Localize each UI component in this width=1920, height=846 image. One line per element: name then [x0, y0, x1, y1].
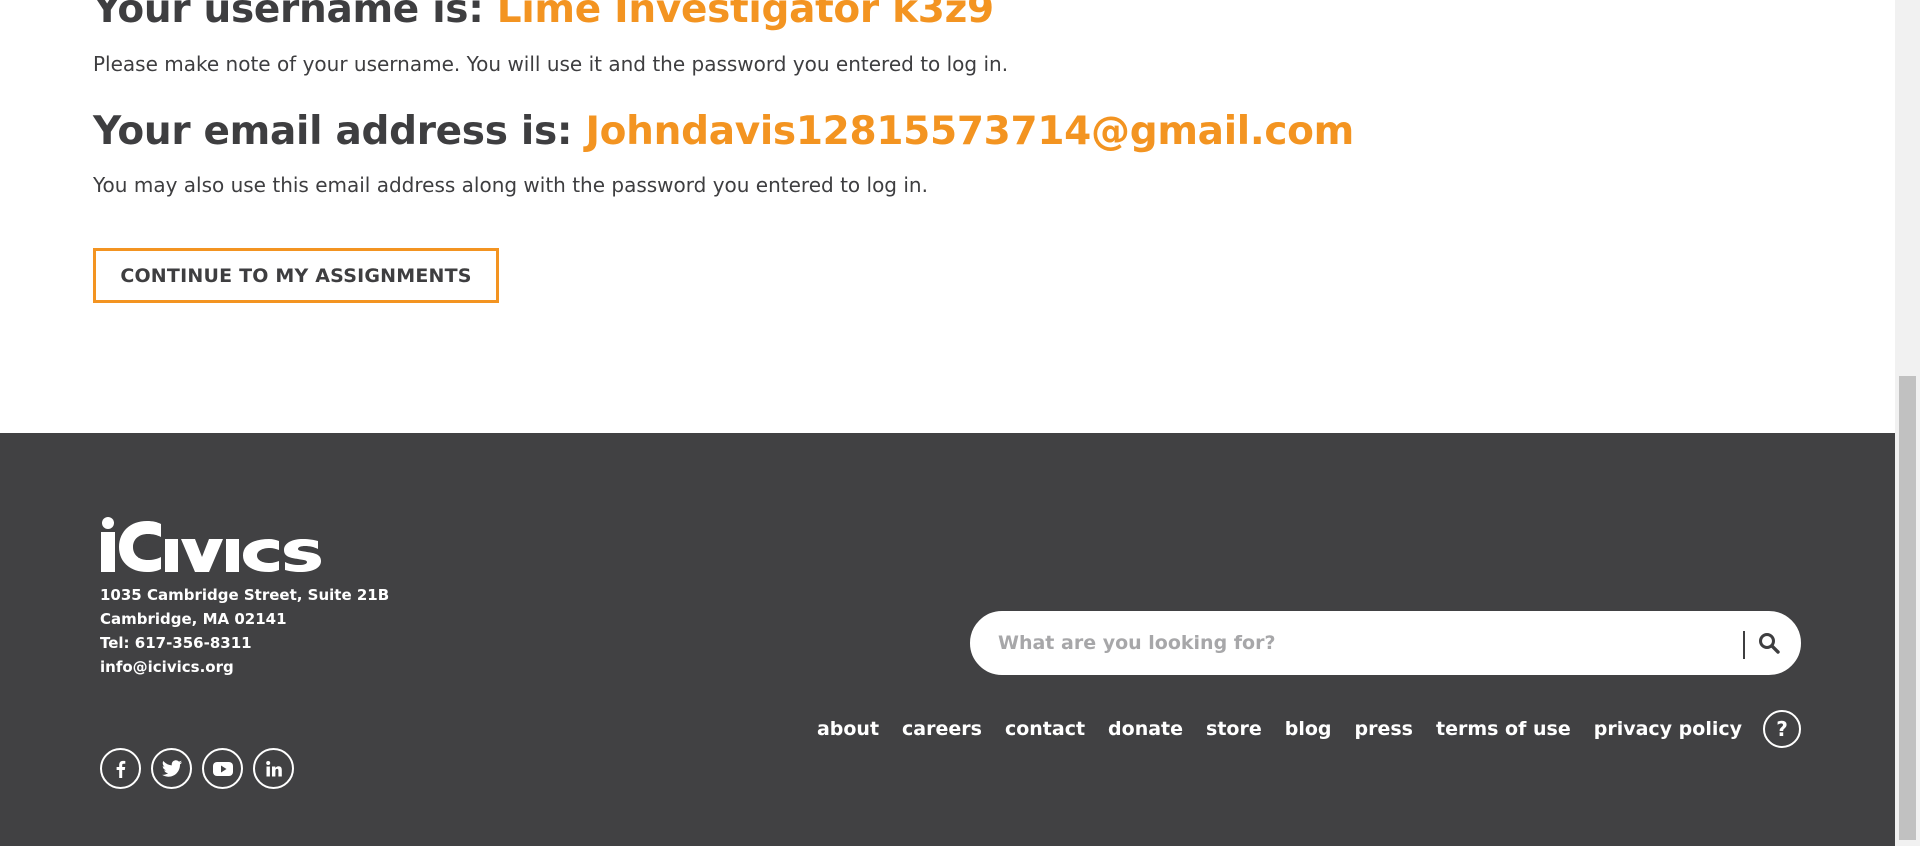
username-note: Please make note of your username. You w…: [93, 52, 1009, 76]
search-input[interactable]: [996, 622, 1700, 664]
username-heading: Your username is: Lime Investigator k3z9: [93, 0, 994, 34]
search-button[interactable]: [1751, 625, 1787, 661]
youtube-icon: [212, 761, 233, 776]
address-phone: Tel: 617-356-8311: [100, 634, 252, 652]
username-value: Lime Investigator k3z9: [496, 0, 994, 32]
username-prefix: Your username is:: [93, 0, 497, 32]
twitter-link[interactable]: [151, 748, 192, 789]
search-icon: [1759, 633, 1780, 654]
address-city: Cambridge, MA 02141: [100, 610, 287, 628]
footer-link-about[interactable]: about: [817, 718, 879, 740]
footer-link-donate[interactable]: donate: [1108, 718, 1183, 740]
email-prefix: Your email address is:: [93, 109, 586, 154]
icivics-logo[interactable]: iCivics: [99, 517, 327, 573]
facebook-link[interactable]: [100, 748, 141, 789]
facebook-icon: [116, 760, 125, 778]
footer-link-press[interactable]: press: [1355, 718, 1413, 740]
page: Your username is: Lime Investigator k3z9…: [0, 0, 1920, 846]
footer-link-blog[interactable]: blog: [1285, 718, 1332, 740]
continue-to-assignments-button[interactable]: CONTINUE TO MY ASSIGNMENTS: [93, 248, 499, 303]
address-street: 1035 Cambridge Street, Suite 21B: [100, 586, 390, 604]
linkedin-link[interactable]: [253, 748, 294, 789]
footer-link-store[interactable]: store: [1206, 718, 1262, 740]
page-scrollbar[interactable]: [1895, 0, 1920, 846]
address-email[interactable]: info@icivics.org: [100, 655, 389, 679]
footer-link-privacy[interactable]: privacy policy: [1594, 718, 1742, 740]
footer-nav: about careers contact donate store blog …: [794, 709, 1801, 749]
site-footer: iCivics 1035 Cambridge St: [0, 433, 1895, 846]
scrollbar-thumb[interactable]: [1899, 376, 1916, 840]
email-heading: Your email address is: Johndavis12815573…: [93, 108, 1354, 156]
footer-link-terms[interactable]: terms of use: [1436, 718, 1571, 740]
youtube-link[interactable]: [202, 748, 243, 789]
site-search: [970, 611, 1801, 675]
linkedin-icon: [265, 760, 282, 776]
main-content: Your username is: Lime Investigator k3z9…: [0, 0, 1895, 433]
contact-address: 1035 Cambridge Street, Suite 21B Cambrid…: [100, 583, 389, 679]
twitter-icon: [161, 759, 182, 777]
help-button[interactable]: ?: [1763, 710, 1801, 748]
search-divider: [1743, 631, 1745, 659]
email-note: You may also use this email address alon…: [93, 173, 928, 197]
footer-link-contact[interactable]: contact: [1005, 718, 1085, 740]
social-links: [100, 748, 294, 789]
footer-link-careers[interactable]: careers: [902, 718, 982, 740]
email-value: Johndavis12815573714@gmail.com: [585, 109, 1354, 154]
